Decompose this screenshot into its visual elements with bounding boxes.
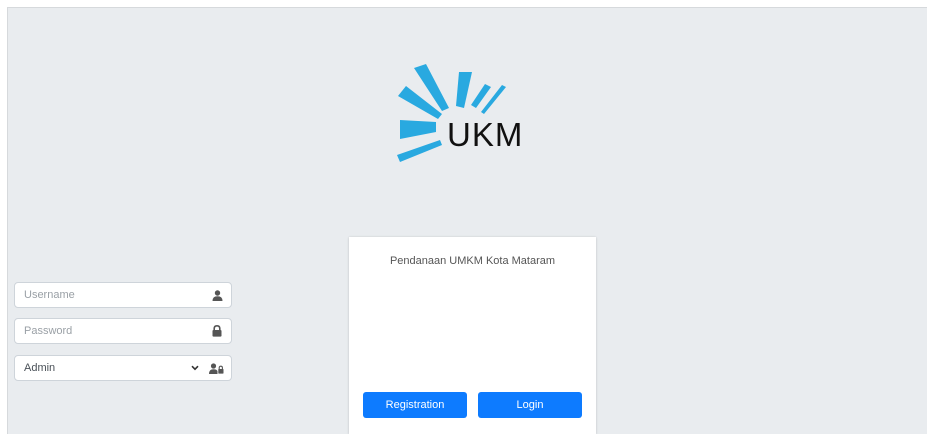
- password-field[interactable]: [14, 318, 232, 344]
- password-input[interactable]: [15, 319, 199, 343]
- chevron-down-icon[interactable]: [190, 356, 200, 380]
- registration-button[interactable]: Registration: [363, 392, 467, 418]
- role-select[interactable]: Admin: [14, 355, 232, 381]
- ukm-logo: UKM: [392, 64, 542, 170]
- role-select-value[interactable]: Admin: [15, 356, 199, 380]
- user-lock-icon: [208, 356, 224, 380]
- username-input[interactable]: [15, 283, 199, 307]
- lock-icon: [211, 319, 223, 343]
- card-title: Pendanaan UMKM Kota Mataram: [389, 255, 556, 267]
- username-field[interactable]: [14, 282, 232, 308]
- login-button[interactable]: Login: [478, 392, 582, 418]
- user-icon: [211, 283, 223, 307]
- logo-text: UKM: [447, 116, 523, 153]
